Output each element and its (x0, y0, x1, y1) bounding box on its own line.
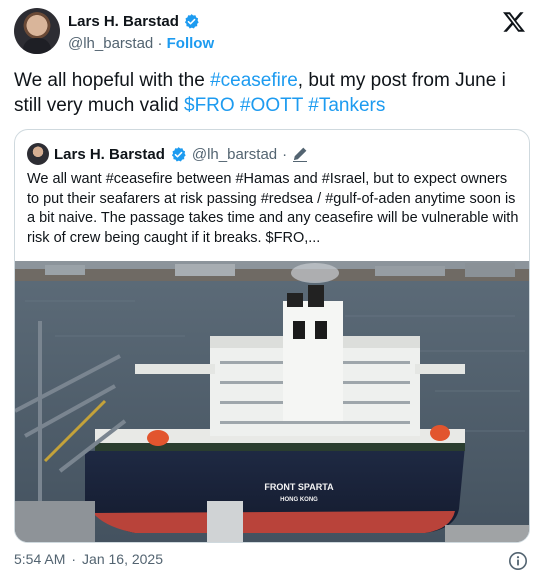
info-icon[interactable] (508, 551, 528, 571)
quote-author-name: Lars H. Barstad (54, 145, 165, 163)
ship-port-text: HONG KONG (280, 497, 318, 503)
separator-dot: · (71, 551, 77, 567)
quote-header: Lars H. Barstad @lh_barstad · (27, 142, 308, 166)
hashtag-oott-link[interactable]: #OOTT (240, 95, 303, 116)
verified-badge-icon (171, 146, 186, 161)
quoted-tweet-card[interactable]: Lars H. Barstad @lh_barstad · We all wan… (14, 129, 530, 543)
author-name-line[interactable]: Lars H. Barstad (68, 13, 200, 30)
edit-pencil-icon (293, 147, 308, 162)
ship-name-text: FRONT SPARTA (264, 482, 334, 492)
avatar[interactable] (14, 8, 60, 54)
author-handle-line: @lh_barstad · Follow (68, 35, 214, 52)
author-handle[interactable]: @lh_barstad (68, 35, 153, 52)
tweet-text: We all hopeful with the #ceasefire, but … (14, 68, 529, 118)
quote-avatar (27, 143, 49, 165)
separator-dot: · (157, 35, 163, 52)
verified-badge-icon (184, 14, 199, 29)
tweet-header: Lars H. Barstad @lh_barstad · Follow (14, 8, 530, 58)
follow-button[interactable]: Follow (167, 35, 215, 52)
tweet-timestamp[interactable]: 5:54 AM · Jan 16, 2025 (14, 551, 163, 567)
tweet-text-part: We all hopeful with the (14, 70, 211, 91)
quote-text: We all want #ceasefire between #Hamas an… (27, 171, 519, 246)
quote-author-handle: @lh_barstad (191, 145, 278, 163)
hashtag-ceasefire-link[interactable]: #ceasefire (210, 70, 298, 91)
tanker-ship-photo[interactable]: FRONT SPARTA HONG KONG (15, 261, 529, 542)
author-name[interactable]: Lars H. Barstad (68, 13, 179, 30)
tweet-date[interactable]: Jan 16, 2025 (82, 551, 163, 567)
x-logo-icon[interactable] (502, 10, 526, 34)
tweet-time[interactable]: 5:54 AM (14, 551, 65, 567)
separator-dot: · (282, 145, 288, 163)
hashtag-tankers-link[interactable]: #Tankers (308, 95, 385, 116)
cashtag-fro-link[interactable]: $FRO (184, 95, 235, 116)
